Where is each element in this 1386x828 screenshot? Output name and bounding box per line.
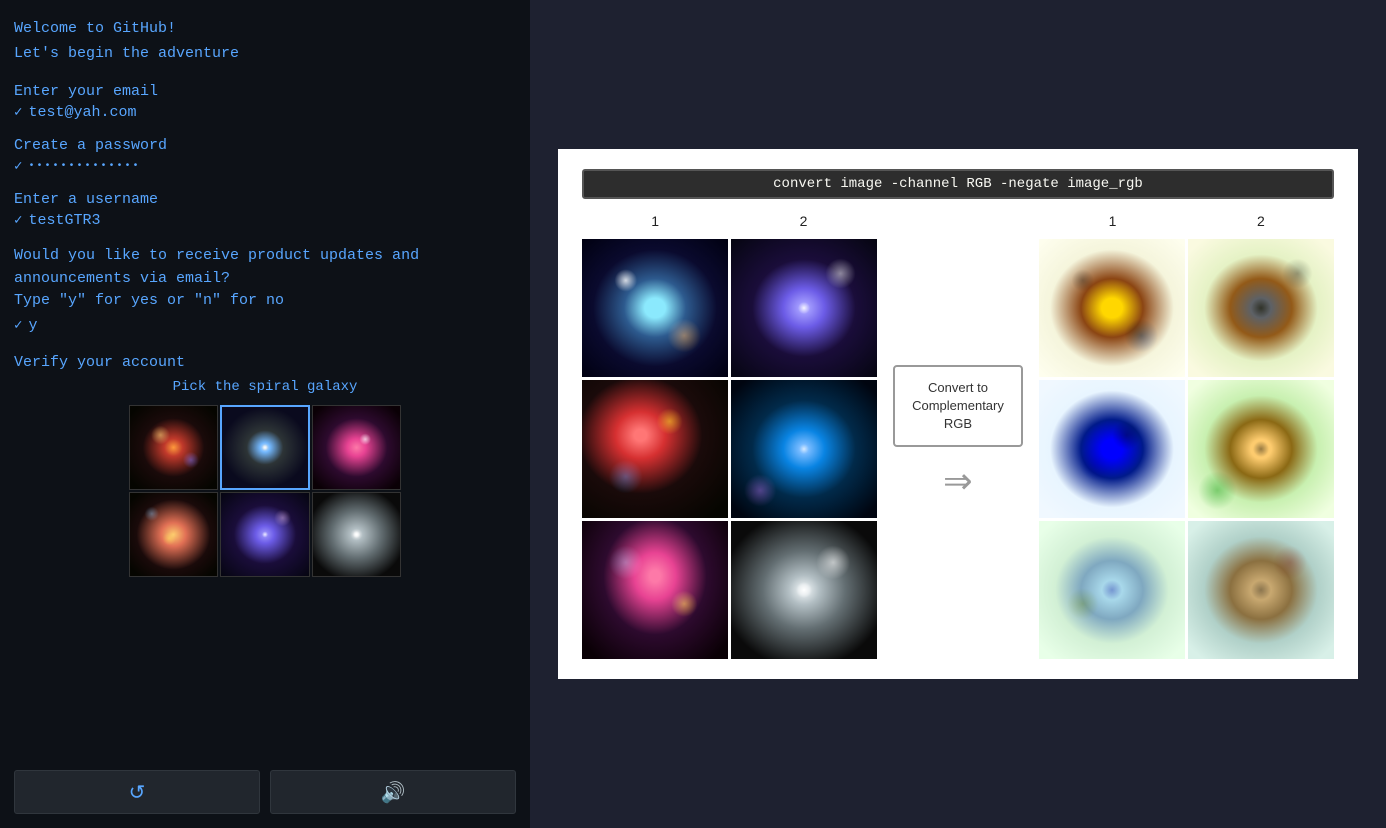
output-images: 1 2 [1039,213,1334,659]
updates-label: Would you like to receive product update… [14,245,516,313]
output-img-1-2 [1188,239,1334,377]
captcha-cell-1[interactable] [129,405,218,490]
captcha-cell-2[interactable] [220,405,309,490]
captcha-cell-3[interactable] [312,405,401,490]
password-label: Create a password [14,137,516,154]
email-row: ✓ test@yah.com [14,104,516,121]
command-text: convert image -channel RGB -negate image… [773,176,1143,192]
email-check-icon: ✓ [14,104,22,121]
updates-row: ✓ y [14,317,516,334]
email-value: test@yah.com [28,104,136,121]
input-img-2-1 [582,380,728,518]
input-col1-label: 1 [582,213,728,235]
command-bar: convert image -channel RGB -negate image… [582,169,1334,199]
input-img-3-2 [731,521,877,659]
username-row: ✓ testGTR3 [14,212,516,229]
bottom-buttons: ↺ 🔊 [14,770,516,814]
email-label: Enter your email [14,83,516,100]
audio-icon: 🔊 [381,780,406,805]
input-img-3-1 [582,521,728,659]
updates-check-icon: ✓ [14,317,22,334]
arrow-label: Convert to Complementary RGB [912,380,1004,431]
arrow-section: Convert to Complementary RGB ⇒ [877,213,1040,659]
captcha-cell-5[interactable] [220,492,309,577]
refresh-icon: ↺ [129,780,146,805]
username-label: Enter a username [14,191,516,208]
arrow-label-box: Convert to Complementary RGB [893,365,1023,448]
output-img-3-1 [1039,521,1185,659]
output-col2-label: 2 [1188,213,1334,235]
grid-section: 1 2 Convert to Complementary RGB ⇒ [582,213,1334,659]
output-img-1-1 [1039,239,1185,377]
right-panel: convert image -channel RGB -negate image… [530,0,1386,828]
username-check-icon: ✓ [14,212,22,229]
input-images: 1 2 [582,213,877,659]
input-col-header: 1 2 [582,213,877,235]
captcha-cell-6[interactable] [312,492,401,577]
verify-label: Verify your account [14,354,516,371]
right-arrow-icon: ⇒ [944,459,973,507]
audio-button[interactable]: 🔊 [270,770,516,814]
input-img-1-1 [582,239,728,377]
pick-instruction: Pick the spiral galaxy [14,379,516,395]
verify-section: Verify your account Pick the spiral gala… [14,354,516,577]
password-row: ✓ •••••••••••••• [14,158,516,175]
output-img-grid [1039,239,1334,659]
welcome-sub: Let's begin the adventure [14,43,516,66]
input-img-2-2 [731,380,877,518]
input-img-grid [582,239,877,659]
password-value: •••••••••••••• [28,161,140,172]
output-img-3-2 [1188,521,1334,659]
password-check-icon: ✓ [14,158,22,175]
output-col1-label: 1 [1039,213,1185,235]
captcha-grid [129,405,401,577]
left-panel: Welcome to GitHub! Let's begin the adven… [0,0,530,828]
updates-value: y [28,317,37,334]
image-convert-box: convert image -channel RGB -negate image… [558,149,1358,679]
output-col-header: 1 2 [1039,213,1334,235]
captcha-cell-4[interactable] [129,492,218,577]
welcome-title: Welcome to GitHub! [14,18,516,41]
username-value: testGTR3 [28,212,100,229]
output-img-2-2 [1188,380,1334,518]
input-img-1-2 [731,239,877,377]
input-col2-label: 2 [730,213,876,235]
output-img-2-1 [1039,380,1185,518]
refresh-button[interactable]: ↺ [14,770,260,814]
